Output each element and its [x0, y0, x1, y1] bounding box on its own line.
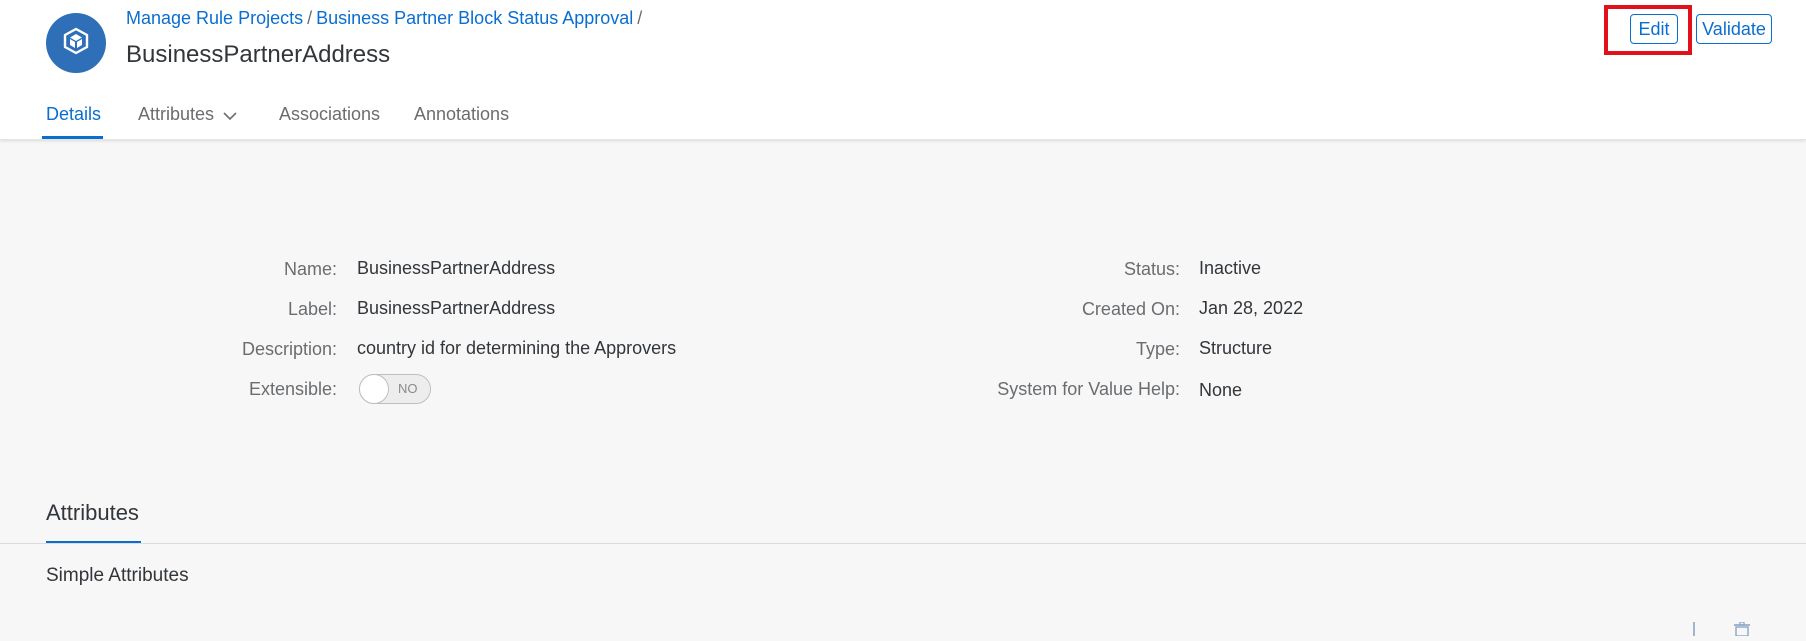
chevron-down-icon[interactable] — [222, 105, 238, 126]
description-label: Description: — [241, 339, 337, 359]
delete-icon[interactable] — [1732, 621, 1752, 641]
validate-button[interactable]: Validate — [1696, 14, 1772, 44]
toggle-knob — [359, 374, 389, 404]
toggle-state-text: NO — [398, 381, 418, 396]
tab-attributes-label: Attributes — [138, 104, 215, 124]
label-label: Label: — [287, 299, 337, 319]
section-divider — [0, 543, 1806, 544]
simple-attributes-heading: Simple Attributes — [46, 565, 189, 586]
extensible-label: Extensible: — [248, 379, 337, 399]
system-for-value-help-label: System for Value Help: — [997, 379, 1180, 399]
label-value: BusinessPartnerAddress — [357, 298, 556, 318]
status-value: Inactive — [1199, 258, 1262, 278]
page-header: Manage Rule Projects / Business Partner Bl… — [0, 0, 1806, 140]
created-on-label: Created On: — [1081, 299, 1180, 319]
tab-annotations[interactable]: Annotations — [414, 104, 509, 125]
tab-attributes[interactable]: Attributes — [138, 104, 238, 126]
breadcrumb-link-business-partner-block-status-approval[interactable]: Business Partner Block Status Approval — [316, 8, 633, 28]
extensible-toggle[interactable]: NO — [359, 374, 431, 404]
name-value: BusinessPartnerAddress — [357, 258, 556, 278]
type-value: Structure — [1199, 338, 1273, 358]
breadcrumb-link-manage-rule-projects[interactable]: Manage Rule Projects — [126, 8, 303, 28]
description-value: country id for determining the Approvers — [357, 338, 677, 358]
active-tab-indicator — [42, 136, 103, 139]
created-on-value: Jan 28, 2022 — [1199, 298, 1304, 318]
breadcrumb-separator: / — [307, 8, 313, 28]
breadcrumb: Manage Rule Projects / Business Partner Bl… — [126, 8, 646, 29]
attributes-section-title: Attributes — [46, 500, 139, 525]
breadcrumb-separator: / — [637, 8, 643, 28]
edit-highlight-box — [1604, 5, 1692, 55]
tab-bar: Details Attributes Associations Annotati… — [0, 96, 1806, 139]
cube-icon — [61, 26, 91, 61]
tab-details[interactable]: Details — [46, 104, 101, 125]
system-for-value-help-value: None — [1199, 380, 1243, 400]
tab-associations[interactable]: Associations — [279, 104, 380, 125]
page-title: BusinessPartnerAddress — [126, 41, 391, 68]
status-label: Status: — [1123, 259, 1180, 279]
type-label: Type: — [1135, 339, 1180, 359]
name-label: Name: — [283, 259, 337, 279]
add-icon[interactable] — [1686, 622, 1702, 641]
object-avatar — [46, 13, 106, 73]
